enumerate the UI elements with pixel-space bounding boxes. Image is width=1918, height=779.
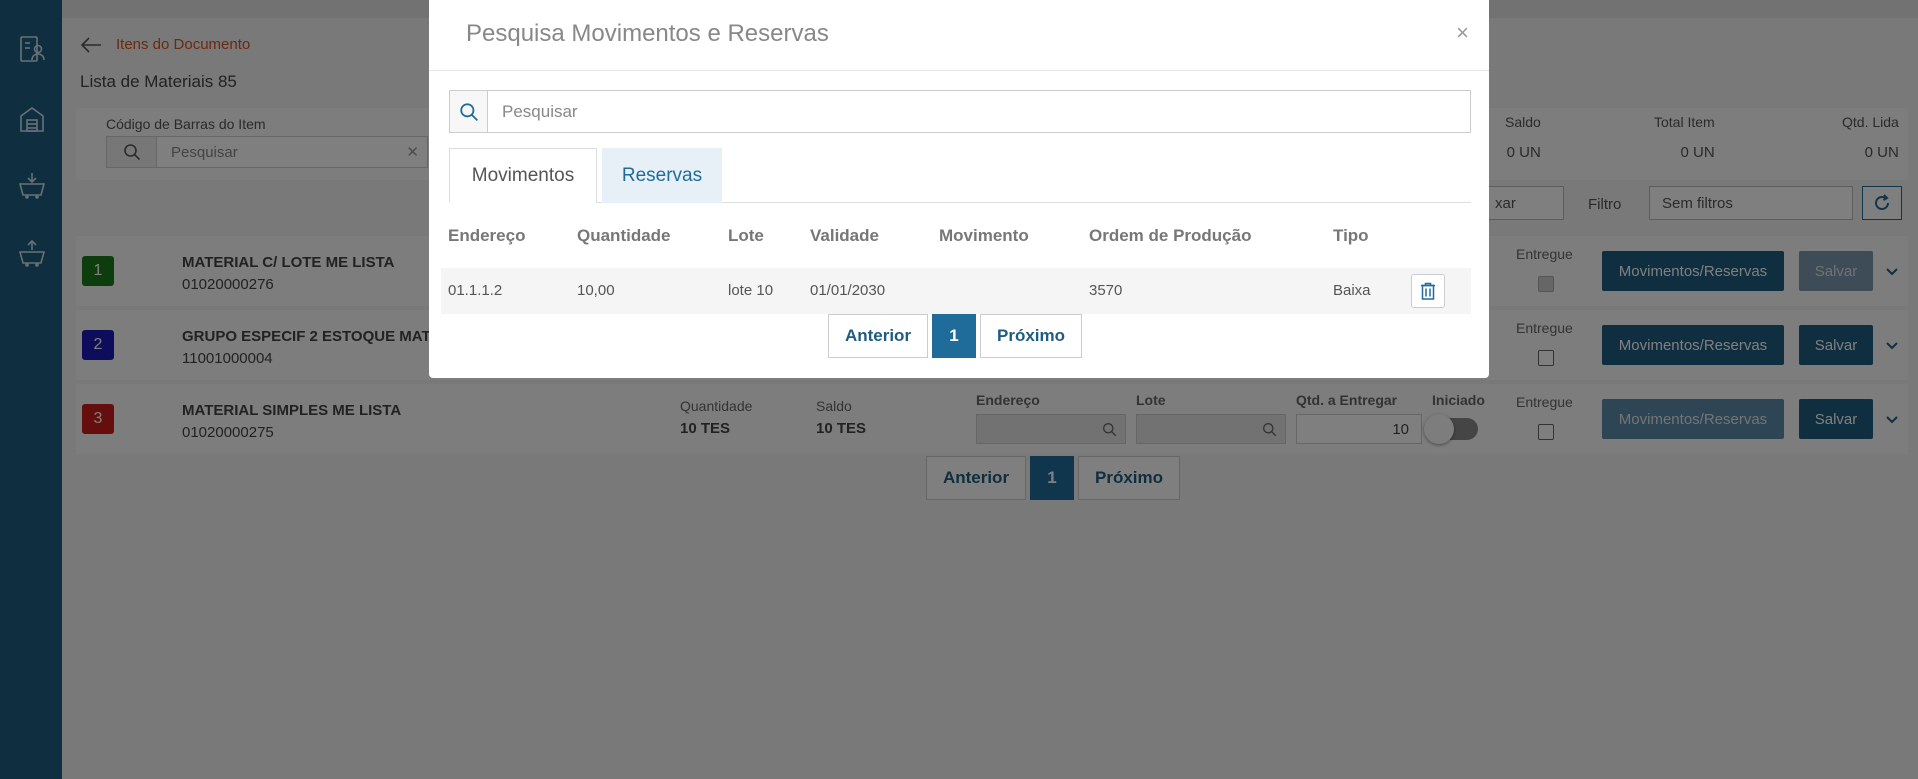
modal-title: Pesquisa Movimentos e Reservas xyxy=(466,20,829,47)
cell-tipo: Baixa xyxy=(1333,282,1371,299)
prev-page-button[interactable]: Anterior xyxy=(828,314,928,358)
column-header: Validade xyxy=(810,226,879,245)
cell-validade: 01/01/2030 xyxy=(810,282,886,299)
column-header: Ordem de Produção xyxy=(1089,226,1252,245)
column-header: Lote xyxy=(728,226,764,245)
modal-tabs: Movimentos Reservas xyxy=(449,148,1471,203)
close-icon[interactable]: × xyxy=(1456,20,1469,46)
next-page-button[interactable]: Próximo xyxy=(980,314,1082,358)
delete-button[interactable] xyxy=(1411,274,1445,308)
cell-quantidade: 10,00 xyxy=(577,282,615,299)
modal-divider xyxy=(429,70,1489,71)
movimentos-reservas-modal: Pesquisa Movimentos e Reservas × Pesquis… xyxy=(429,0,1489,378)
column-header: Movimento xyxy=(939,226,1029,245)
modal-search-input[interactable]: Pesquisar xyxy=(449,90,1471,133)
column-header: Tipo xyxy=(1333,226,1369,245)
modal-search-placeholder: Pesquisar xyxy=(502,101,578,121)
search-icon xyxy=(450,91,488,132)
cell-ordem-producao: 3570 xyxy=(1089,282,1123,299)
tab-reservas[interactable]: Reservas xyxy=(602,148,722,203)
column-header: Endereço xyxy=(448,226,526,245)
modal-pagination: Anterior 1 Próximo xyxy=(828,314,1082,358)
cell-lote: lote 10 xyxy=(728,282,774,299)
cell-endereco: 01.1.1.2 xyxy=(448,282,503,299)
tab-movimentos[interactable]: Movimentos xyxy=(449,148,597,203)
trash-icon xyxy=(1421,282,1435,300)
page-1-button[interactable]: 1 xyxy=(932,314,976,358)
table-row: 01.1.1.2 10,00 lote 10 01/01/2030 3570 B… xyxy=(441,268,1471,314)
column-header: Quantidade xyxy=(577,226,671,245)
